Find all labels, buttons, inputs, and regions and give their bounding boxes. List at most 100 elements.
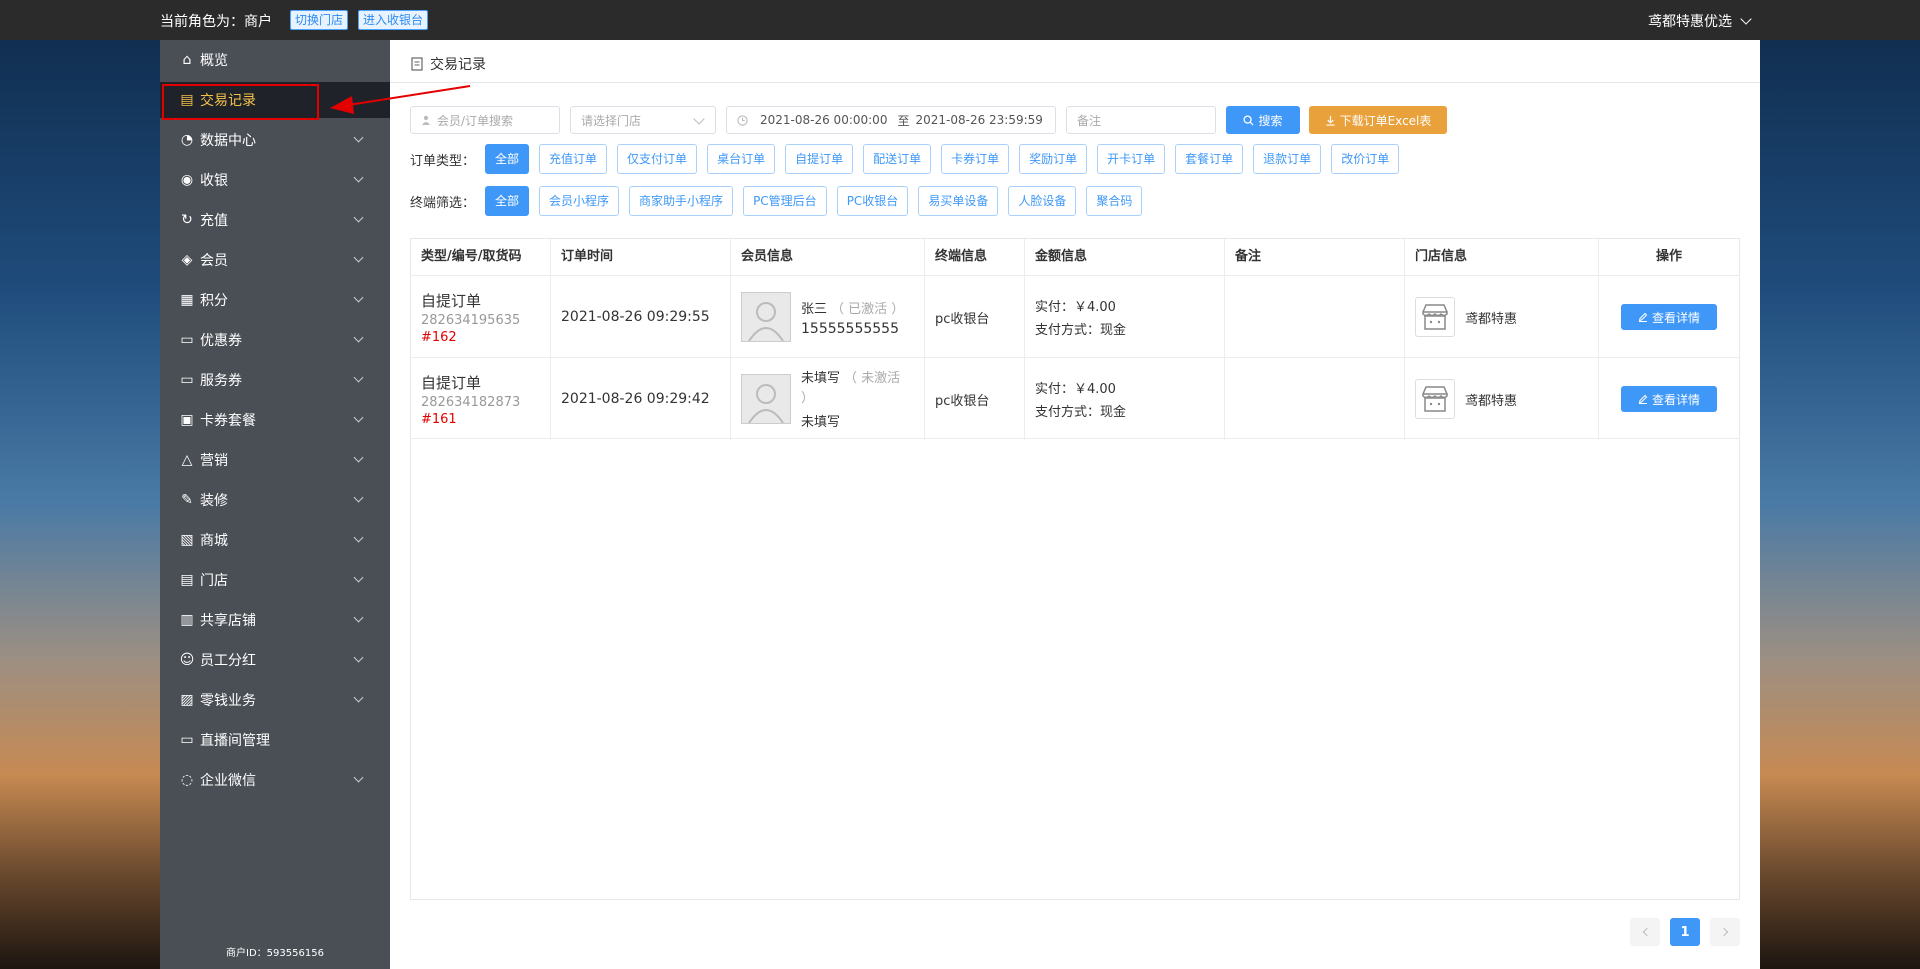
prev-page-button[interactable] (1630, 918, 1660, 946)
pickup-code: #161 (421, 411, 457, 427)
order-number: 282634182873 (421, 394, 521, 410)
order-type: 自提订单 (421, 291, 482, 310)
home-icon: ⌂ (182, 52, 192, 68)
store-icon (1415, 379, 1455, 419)
avatar-placeholder-icon (748, 302, 784, 341)
sidebar-item-label: 直播间管理 (200, 733, 270, 749)
sidebar-item-5[interactable]: ◈ 会员 (160, 242, 390, 278)
ordertype-option[interactable]: 改价订单 (1331, 144, 1400, 174)
breadcrumb-title: 交易记录 (430, 57, 486, 73)
main-panel: 交易记录 会员/订单搜索 请选择门店 2021-08-26 00:00:00 至… (390, 40, 1760, 969)
ordertype-option[interactable]: 自提订单 (785, 144, 854, 174)
table-row: 自提订单 282634195635 #162 2021-08-26 09:29:… (411, 275, 1739, 358)
terminal-option[interactable]: 全部 (485, 186, 530, 216)
store-name: 鸢都特惠 (1465, 311, 1518, 327)
ordertype-option[interactable]: 充值订单 (539, 144, 608, 174)
ordertype-option[interactable]: 仅支付订单 (617, 144, 698, 174)
avatar-placeholder-icon (748, 384, 784, 423)
breadcrumb: 交易记录 (410, 54, 486, 74)
ordertype-option[interactable]: 奖励订单 (1019, 144, 1088, 174)
sidebar-item-label: 收银 (200, 173, 228, 189)
sidebar-item-label: 共享店铺 (200, 613, 256, 629)
ordertype-option[interactable]: 开卡订单 (1097, 144, 1166, 174)
switch-store-button[interactable]: 切换门店 (290, 10, 349, 30)
search-button[interactable]: 搜索 (1226, 106, 1300, 134)
header-amount: 金额信息 (1025, 239, 1225, 275)
sidebar-item-17[interactable]: ▭ 直播间管理 (160, 722, 390, 758)
date-end: 2021-08-26 23:59:59 (915, 113, 1043, 127)
store-select-placeholder: 请选择门店 (581, 113, 642, 128)
chevron-left-icon (1642, 927, 1651, 937)
note-input[interactable]: 备注 (1066, 106, 1216, 134)
ordertype-option[interactable]: 退款订单 (1253, 144, 1322, 174)
terminal-option[interactable]: PC收银台 (836, 186, 909, 216)
shop-selector[interactable]: 鸢都特惠优选 (1648, 11, 1752, 31)
edit-icon (1638, 312, 1648, 322)
time-cell: 2021-08-26 09:29:42 (551, 358, 731, 440)
store-select[interactable]: 请选择门店 (570, 106, 716, 134)
ordertype-option[interactable]: 全部 (485, 144, 530, 174)
time-cell: 2021-08-26 09:29:55 (551, 276, 731, 358)
sidebar-item-6[interactable]: ▦ 积分 (160, 282, 390, 318)
ordertype-option[interactable]: 卡券订单 (941, 144, 1010, 174)
member-phone: 15555555555 (801, 320, 899, 337)
date-start: 2021-08-26 00:00:00 (760, 113, 888, 127)
chevron-down-icon (353, 612, 364, 623)
sidebar-item-4[interactable]: ↻ 充值 (160, 202, 390, 238)
sidebar-item-label: 数据中心 (200, 133, 256, 149)
store-cell: 鸢都特惠 (1405, 276, 1599, 358)
sidebar-item-2[interactable]: ◔ 数据中心 (160, 122, 390, 158)
service-coupon-icon: ▭ (180, 372, 194, 388)
chevron-down-icon (353, 572, 364, 583)
ordertype-option[interactable]: 套餐订单 (1175, 144, 1244, 174)
sidebar-item-label: 卡券套餐 (200, 413, 256, 429)
order-time: 2021-08-26 09:29:55 (561, 309, 710, 325)
terminal-cell: pc收银台 (925, 358, 1025, 440)
terminal-option[interactable]: 会员小程序 (539, 186, 620, 216)
pickup-code: #162 (421, 329, 457, 345)
sidebar-item-label: 企业微信 (200, 773, 256, 789)
sidebar-item-10[interactable]: △ 营销 (160, 442, 390, 478)
terminal-option[interactable]: 聚合码 (1086, 186, 1143, 216)
enter-cashier-button[interactable]: 进入收银台 (358, 10, 429, 30)
next-page-button[interactable] (1710, 918, 1740, 946)
note-placeholder: 备注 (1077, 113, 1102, 128)
sidebar-item-3[interactable]: ◉ 收银 (160, 162, 390, 198)
terminal-option[interactable]: 商家助手小程序 (629, 186, 734, 216)
sidebar-item-label: 商城 (200, 533, 228, 549)
member-phone: 未填写 (801, 414, 841, 430)
sidebar-item-label: 装修 (200, 493, 228, 509)
view-detail-button[interactable]: 查看详情 (1621, 386, 1717, 412)
avatar (741, 374, 791, 424)
action-cell: 查看详情 (1599, 358, 1739, 440)
terminal-option[interactable]: PC管理后台 (743, 186, 827, 216)
sidebar-item-13[interactable]: ▤ 门店 (160, 562, 390, 598)
sidebar-item-15[interactable]: ☺ 员工分红 (160, 642, 390, 678)
page-number-button[interactable]: 1 (1670, 918, 1700, 946)
sidebar-item-14[interactable]: ▥ 共享店铺 (160, 602, 390, 638)
sidebar-item-9[interactable]: ▣ 卡券套餐 (160, 402, 390, 438)
sidebar-item-16[interactable]: ▨ 零钱业务 (160, 682, 390, 718)
header-action: 操作 (1655, 249, 1682, 264)
ordertype-option[interactable]: 配送订单 (863, 144, 932, 174)
ordertype-option[interactable]: 桌台订单 (707, 144, 776, 174)
orders-table: 类型/编号/取货码 订单时间 会员信息 终端信息 金额信息 备注 门店信息 操作… (410, 238, 1740, 900)
payment-method: 支付方式：现金 (1035, 323, 1127, 338)
date-range-picker[interactable]: 2021-08-26 00:00:00 至 2021-08-26 23:59:5… (726, 106, 1056, 134)
sidebar-item-7[interactable]: ▭ 优惠券 (160, 322, 390, 358)
terminal-option[interactable]: 人脸设备 (1008, 186, 1077, 216)
sidebar-item-8[interactable]: ▭ 服务券 (160, 362, 390, 398)
sidebar-item-18[interactable]: ◌ 企业微信 (160, 762, 390, 798)
amount-cell: 实付：￥4.00 支付方式：现金 (1025, 358, 1225, 440)
sidebar-item-12[interactable]: ▧ 商城 (160, 522, 390, 558)
download-excel-button[interactable]: 下载订单Excel表 (1309, 106, 1447, 134)
view-detail-button[interactable]: 查看详情 (1621, 304, 1717, 330)
chevron-down-icon (353, 692, 364, 703)
marketing-icon: △ (181, 452, 193, 468)
chevron-down-icon (353, 772, 364, 783)
search-button-label: 搜索 (1258, 113, 1283, 128)
terminal-option[interactable]: 易买单设备 (918, 186, 999, 216)
sidebar-item-0[interactable]: ⌂ 概览 (160, 42, 390, 78)
sidebar-item-label: 充值 (200, 213, 228, 229)
sidebar-item-11[interactable]: ✎ 装修 (160, 482, 390, 518)
